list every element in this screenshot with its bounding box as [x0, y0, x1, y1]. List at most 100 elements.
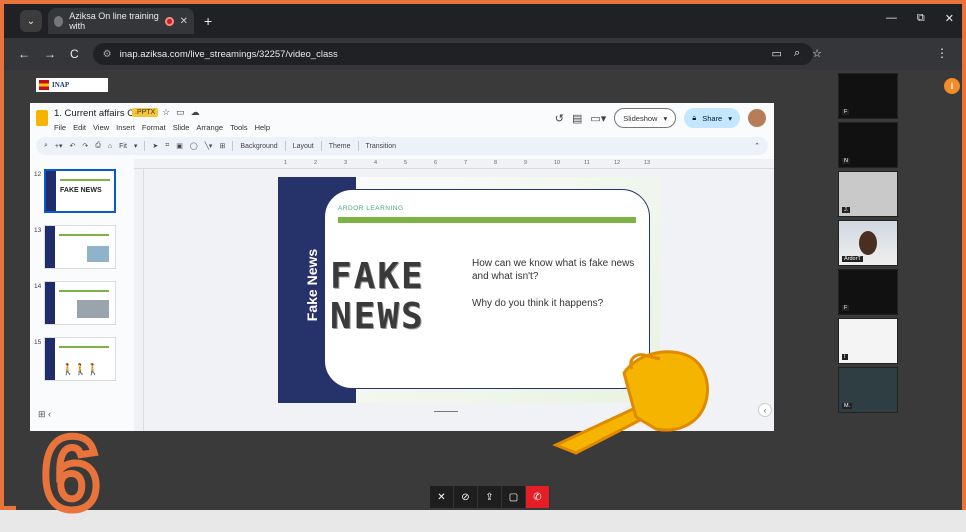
ruler-tick: 2	[314, 160, 318, 166]
cast-icon[interactable]: ▭	[772, 47, 782, 60]
logo-text: INAP	[52, 81, 70, 89]
slide-thumbnail[interactable]	[44, 281, 116, 325]
chevron-down-icon[interactable]: ▾	[663, 114, 667, 123]
minimize-button[interactable]: —	[886, 12, 897, 25]
participant-tile[interactable]: M.	[838, 367, 898, 413]
shape-icon[interactable]: ◯	[190, 142, 198, 150]
history-icon[interactable]: ↺	[555, 112, 564, 125]
forward-button[interactable]: →	[44, 47, 56, 61]
select-tool-icon[interactable]: ➤	[152, 142, 158, 150]
undo-icon[interactable]: ↶	[70, 142, 76, 150]
line-icon[interactable]: ╲▾	[205, 142, 213, 150]
meet-icon[interactable]: ▭▾	[590, 112, 606, 125]
zoom-select[interactable]: Fit	[119, 143, 127, 150]
list-item[interactable]: 15 🚶🚶🚶	[30, 337, 130, 385]
close-window-button[interactable]: ✕	[945, 12, 954, 25]
share-button[interactable]: 🔒︎ Share ▾	[684, 108, 740, 128]
menu-arrange[interactable]: Arrange	[196, 123, 223, 132]
menu-file[interactable]: File	[54, 123, 66, 132]
document-title[interactable]: 1. Current affairs C1	[54, 108, 139, 119]
participant-tile[interactable]: F	[838, 269, 898, 315]
back-button[interactable]: ←	[18, 47, 30, 61]
slide-thumbnail[interactable]: FAKE NEWS	[44, 169, 116, 213]
participant-tile[interactable]: N	[838, 122, 898, 168]
new-tab-button[interactable]: +	[204, 13, 212, 29]
slide-questions: How can we know what is fake news and wh…	[472, 257, 642, 310]
menu-format[interactable]: Format	[142, 123, 166, 132]
thumb-image	[77, 300, 109, 318]
paint-format-icon[interactable]: ⌂	[108, 143, 112, 150]
search-menus-icon[interactable]: ⌕	[44, 142, 48, 150]
spain-flag-icon	[39, 80, 49, 90]
avatar[interactable]	[748, 109, 766, 127]
new-slide-icon[interactable]: +▾	[55, 142, 63, 150]
speaker-notes-handle[interactable]	[434, 411, 458, 412]
ruler-tick: 8	[494, 160, 498, 166]
transition-button[interactable]: Transition	[366, 143, 396, 150]
restore-button[interactable]: ⧉	[917, 12, 925, 25]
slide-side-title: Fake News	[304, 248, 320, 322]
layout-button[interactable]: Layout	[293, 143, 314, 150]
participant-tile[interactable]: F	[838, 73, 898, 119]
browser-tab[interactable]: Aziksa On line training with ✕	[48, 8, 194, 34]
share-screen-icon[interactable]: ⇪	[478, 486, 502, 508]
editing-toolbar: ⌕ +▾ ↶ ↷ ⎙ ⌂ Fit ▾ ➤ ⌗ ▣ ◯ ╲▾ ⊞ Backgrou…	[36, 137, 768, 155]
participant-tile[interactable]: ArdorT	[838, 220, 898, 266]
site-info-icon[interactable]: ⚙	[103, 49, 112, 60]
page-content: INAP i 1. Current affairs C1 .PPTX ☆ ▭ ☁…	[16, 70, 962, 530]
menu-insert[interactable]: Insert	[116, 123, 135, 132]
thumb-line	[59, 346, 109, 348]
url-field[interactable]: ⚙ inap.aziksa.com/live_streamings/32257/…	[92, 43, 813, 65]
comment-add-icon[interactable]: ⊞	[219, 142, 225, 150]
thumb-line	[60, 179, 110, 181]
brand-logo: ARDOR LEARNING	[338, 205, 404, 212]
menu-bar: File Edit View Insert Format Slide Arran…	[54, 123, 270, 132]
list-item[interactable]: 12 FAKE NEWS	[30, 169, 130, 217]
menu-edit[interactable]: Edit	[73, 123, 86, 132]
bookmark-star-icon[interactable]: ☆	[812, 47, 822, 60]
slideshow-button[interactable]: Slideshow ▾	[614, 108, 677, 128]
menu-tools[interactable]: Tools	[230, 123, 248, 132]
tab-close-button[interactable]: ✕	[180, 16, 188, 27]
redo-icon[interactable]: ↷	[82, 142, 88, 150]
zoom-icon[interactable]: ⌕	[794, 47, 800, 60]
participant-name: N	[842, 158, 850, 164]
textbox-icon[interactable]: ⌗	[165, 142, 169, 150]
menu-help[interactable]: Help	[255, 123, 270, 132]
file-type-badge: .PPTX	[132, 108, 159, 117]
image-icon[interactable]: ▣	[176, 142, 183, 150]
tab-search-button[interactable]: ⌄	[20, 10, 42, 32]
chevron-down-icon[interactable]: ▾	[134, 142, 138, 150]
tab-favicon-icon	[54, 15, 64, 27]
ruler-tick: 6	[434, 160, 438, 166]
folder-icon[interactable]: ▭	[176, 107, 185, 118]
chevron-up-icon[interactable]: ⌃	[754, 142, 760, 150]
slide-thumbnail[interactable]	[44, 225, 116, 269]
ruler-tick: 1	[284, 160, 288, 166]
menu-slide[interactable]: Slide	[173, 123, 190, 132]
participant-tile[interactable]: I	[838, 318, 898, 364]
reload-button[interactable]: C	[70, 47, 79, 61]
divider	[320, 141, 322, 151]
background-button[interactable]: Background	[240, 143, 277, 150]
end-call-icon[interactable]: ✆	[526, 486, 550, 508]
list-item[interactable]: 14	[30, 281, 130, 329]
browser-menu-icon[interactable]: ⋮	[936, 46, 948, 60]
slides-header: 1. Current affairs C1 .PPTX ☆ ▭ ☁ File E…	[30, 103, 774, 135]
menu-view[interactable]: View	[93, 123, 109, 132]
comments-icon[interactable]: ▤	[572, 112, 582, 125]
camera-off-icon[interactable]: ⊘	[454, 486, 478, 508]
chevron-down-icon[interactable]: ▾	[728, 114, 732, 123]
info-icon[interactable]: i	[944, 78, 960, 94]
chevron-left-icon[interactable]: ‹	[758, 403, 772, 417]
mic-off-icon[interactable]: ✕	[430, 486, 454, 508]
chat-icon[interactable]: ▢	[502, 486, 526, 508]
ruler-tick: 4	[374, 160, 378, 166]
theme-button[interactable]: Theme	[329, 143, 351, 150]
list-item[interactable]: 13	[30, 225, 130, 273]
star-icon[interactable]: ☆	[162, 107, 170, 118]
slide-thumbnail[interactable]: 🚶🚶🚶	[44, 337, 116, 381]
divider	[232, 141, 234, 151]
print-icon[interactable]: ⎙	[95, 142, 101, 150]
participant-tile[interactable]: J.	[838, 171, 898, 217]
